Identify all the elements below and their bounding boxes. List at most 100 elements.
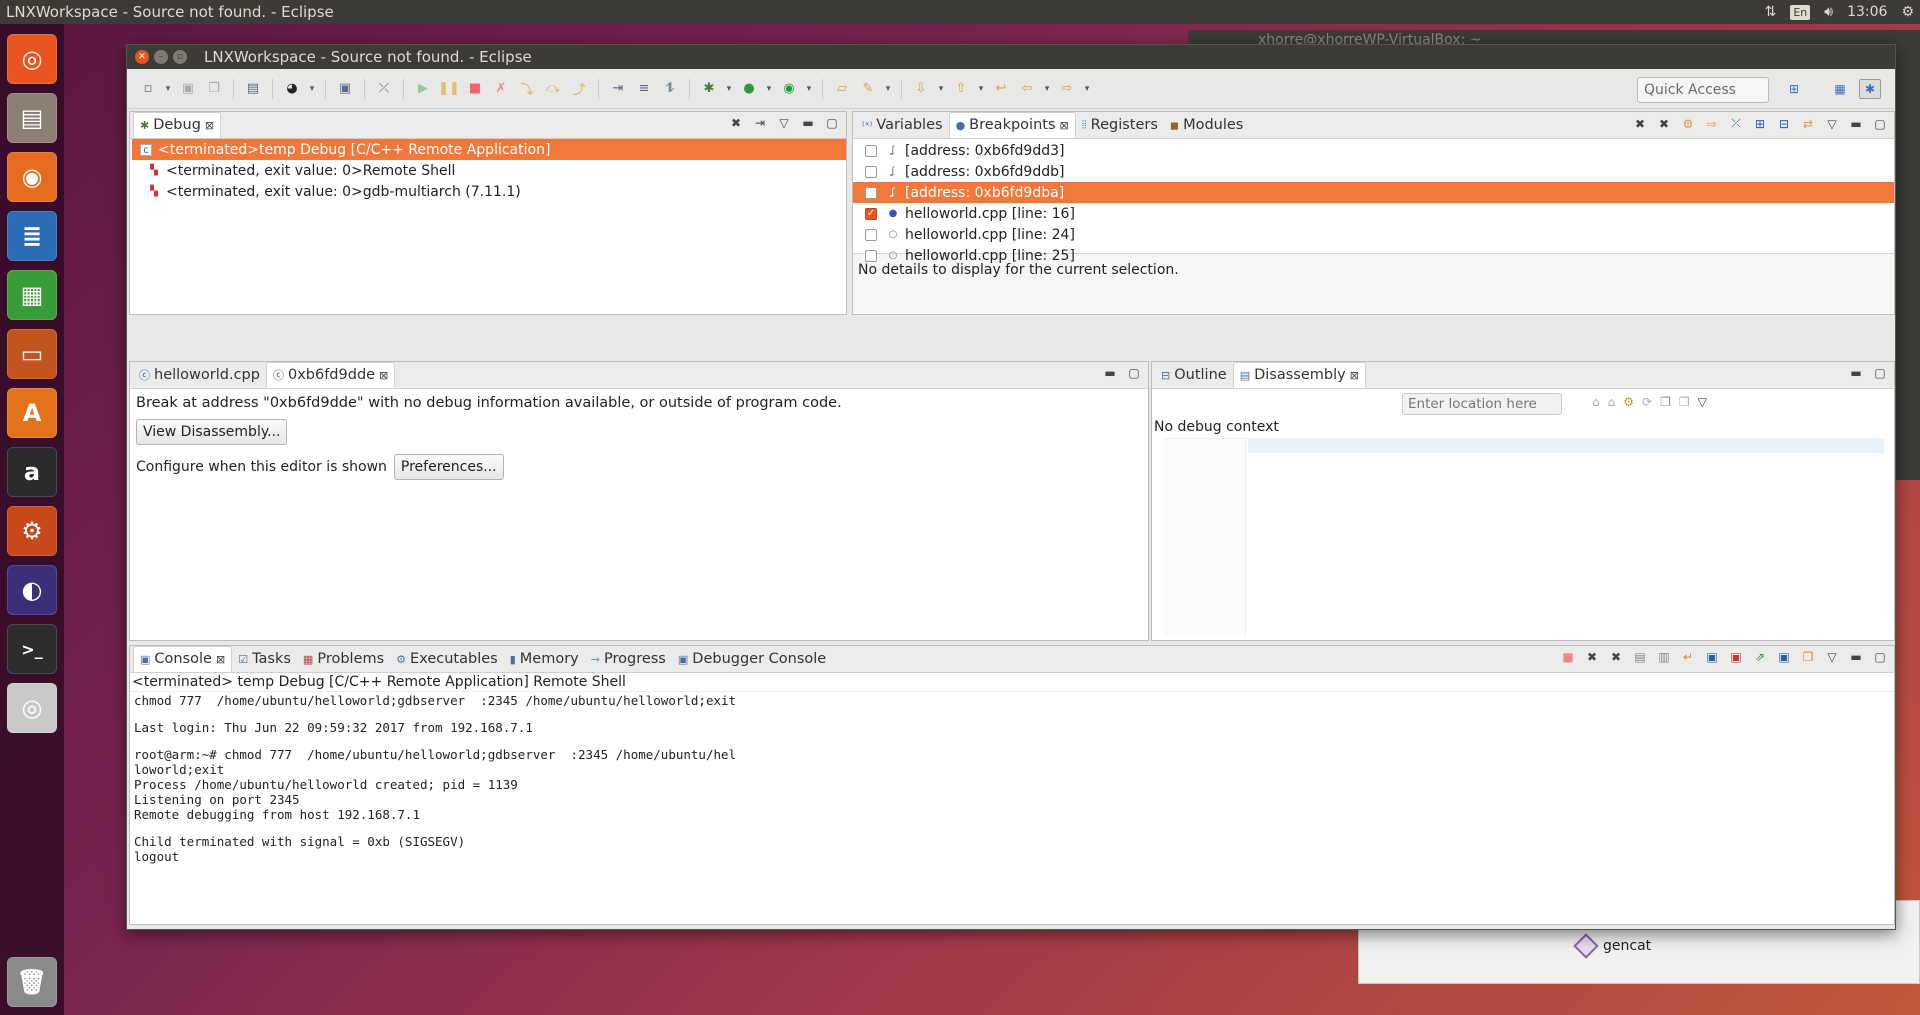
breakpoint-row[interactable]: ○ helloworld.cpp [line: 24] — [853, 224, 1894, 245]
tab-breakpoints[interactable]: ● Breakpoints ⊠ — [948, 112, 1076, 138]
eclipse-icon[interactable]: ◐ — [7, 565, 57, 615]
expand-all-icon[interactable]: ⊞ — [1752, 117, 1768, 131]
minimize-icon[interactable]: ▬ — [1848, 366, 1864, 380]
tree-item-gdb[interactable]: ▚ <terminated, exit value: 0>gdb-multiar… — [132, 181, 846, 202]
open-perspective-icon[interactable]: ⊞ — [1783, 79, 1805, 99]
remove-terminated-icon[interactable]: ✖ — [728, 116, 744, 130]
save-icon[interactable]: ▣ — [177, 78, 199, 100]
skip-all-breakpoints-icon[interactable]: ⤫ — [1728, 116, 1744, 131]
breakpoint-row[interactable]: ✓ ● helloworld.cpp [line: 16] — [853, 203, 1894, 224]
profile-icon[interactable]: ◕ — [281, 78, 303, 100]
step-into-icon[interactable]: ⤵ — [516, 78, 538, 100]
network-icon[interactable]: ⇅ — [1765, 4, 1777, 20]
suspend-icon[interactable]: ❚❚ — [438, 78, 460, 100]
display-console-icon[interactable]: ▣ — [1776, 650, 1792, 664]
close-tab-icon[interactable]: ⊠ — [1060, 119, 1069, 132]
previous-annotation-dropdown-icon[interactable]: ▾ — [976, 78, 986, 100]
eclipse-titlebar[interactable]: ✕ – ▫ LNXWorkspace - Source not found. -… — [127, 45, 1895, 69]
link-with-debug-view-icon[interactable]: ⇄ — [1800, 117, 1816, 131]
open-console-icon[interactable]: ❐ — [1660, 395, 1671, 409]
system-gear-icon[interactable]: ⚙ — [1901, 4, 1914, 20]
resume-icon[interactable]: ▶ — [412, 78, 434, 100]
settings-icon[interactable]: ⚙ — [7, 506, 57, 556]
tab-modules[interactable]: ◼ Modules — [1164, 112, 1249, 138]
trash-icon[interactable]: 🗑 — [7, 957, 57, 1007]
files-icon[interactable]: ▤ — [7, 93, 57, 143]
scroll-lock-icon[interactable]: ▥ — [1656, 650, 1672, 664]
remove-breakpoint-icon[interactable]: ✖ — [1632, 117, 1648, 131]
previous-annotation-icon[interactable]: ⇧ — [950, 78, 972, 100]
clock[interactable]: 13:06 — [1847, 4, 1887, 20]
tab-debug[interactable]: ✱ Debug ⊠ — [133, 112, 222, 138]
breakpoint-row[interactable]: ʆ [address: 0xb6fd9dd3] — [853, 140, 1894, 161]
minimize-icon[interactable]: ▬ — [1848, 650, 1864, 664]
tab-problems[interactable]: ▦ Problems — [297, 646, 390, 672]
calc-icon[interactable]: ▦ — [7, 270, 57, 320]
show-supported-breakpoints-icon[interactable]: ⚙ — [1680, 117, 1696, 131]
link-with-context-icon[interactable]: ⚙ — [1623, 395, 1634, 409]
disconnect-icon[interactable]: ✗ — [490, 78, 512, 100]
breakpoint-checkbox[interactable] — [865, 228, 877, 241]
minimize-icon[interactable]: ▬ — [1102, 366, 1118, 380]
maximize-icon[interactable]: ▢ — [1126, 366, 1142, 380]
tab-disassembly[interactable]: ▤ Disassembly ⊠ — [1232, 362, 1366, 388]
instruction-stepping-icon[interactable]: ⇥ — [607, 78, 629, 100]
preferences-button[interactable]: Preferences... — [393, 454, 504, 480]
collapse-all-icon[interactable]: ⊟ — [1776, 117, 1792, 131]
new-icon[interactable]: ▫ — [137, 78, 159, 100]
next-annotation-dropdown-icon[interactable]: ▾ — [936, 78, 946, 100]
run-icon[interactable]: ● — [738, 78, 760, 100]
show-on-error-icon[interactable]: ▣ — [1728, 650, 1744, 664]
go-to-file-icon[interactable]: ⇨ — [1704, 117, 1720, 131]
breakpoint-checkbox[interactable] — [865, 249, 877, 262]
list-item[interactable]: gencat — [1359, 931, 1919, 961]
step-filter-icon[interactable]: ⇥ — [752, 116, 768, 130]
pin-console-icon[interactable]: ⇗ — [1752, 650, 1768, 664]
home-icon[interactable]: ⌂ — [1592, 395, 1600, 409]
profile-dropdown-icon[interactable]: ▾ — [307, 78, 317, 100]
word-wrap-icon[interactable]: ↵ — [1680, 650, 1696, 664]
skip-breakpoints-icon[interactable]: ⤫ — [373, 78, 395, 100]
tab-console[interactable]: ▣ Console ⊠ — [133, 646, 233, 672]
new-dropdown-icon[interactable]: ▾ — [163, 78, 173, 100]
search-dropdown-icon[interactable]: ▾ — [883, 78, 893, 100]
view-menu-icon[interactable]: ▽ — [1824, 117, 1840, 131]
tree-item-remote-shell[interactable]: ▚ <terminated, exit value: 0>Remote Shel… — [132, 160, 846, 181]
breakpoint-row[interactable]: ʆ [address: 0xb6fd9ddb] — [853, 161, 1894, 182]
console-icon[interactable]: ▣ — [334, 78, 356, 100]
tab-variables[interactable]: ⁽ˣ⁾ Variables — [856, 112, 949, 138]
minimize-icon[interactable]: ▬ — [800, 116, 816, 130]
tab-tasks[interactable]: ☑ Tasks — [232, 646, 297, 672]
debug-dropdown-icon[interactable]: ▾ — [724, 78, 734, 100]
tab-helloworld-cpp[interactable]: ⓒ helloworld.cpp — [133, 362, 266, 388]
console-output[interactable]: chmod 777 /home/ubuntu/helloworld;gdbser… — [130, 692, 1894, 864]
home-alt-icon[interactable]: ⌂ — [1608, 395, 1616, 409]
close-tab-icon[interactable]: ⊠ — [216, 653, 225, 666]
maximize-window-button[interactable]: ▫ — [173, 50, 187, 64]
impress-icon[interactable]: ▭ — [7, 329, 57, 379]
close-tab-icon[interactable]: ⊠ — [1350, 369, 1359, 382]
breakpoint-checkbox[interactable] — [865, 186, 877, 199]
tab-progress[interactable]: ⇾ Progress — [585, 646, 672, 672]
tab-debugger-console[interactable]: ▣ Debugger Console — [672, 646, 832, 672]
ubuntu-dash-icon[interactable]: ◎ — [7, 34, 57, 84]
maximize-icon[interactable]: ▢ — [1872, 117, 1888, 131]
dvd-icon[interactable]: ◎ — [7, 683, 57, 733]
pin-icon[interactable]: ❐ — [1679, 395, 1690, 409]
software-center-icon[interactable]: A — [7, 388, 57, 438]
keyboard-language[interactable]: En — [1790, 4, 1811, 20]
amazon-icon[interactable]: a — [7, 447, 57, 497]
quick-access-input[interactable]: Quick Access — [1637, 77, 1769, 103]
build-icon[interactable]: ▤ — [242, 78, 264, 100]
back-icon[interactable]: ⇦ — [1016, 78, 1038, 100]
view-menu-icon[interactable]: ▽ — [776, 116, 792, 130]
remove-all-breakpoints-icon[interactable]: ✖ — [1656, 117, 1672, 131]
last-edit-icon[interactable]: ↩ — [990, 78, 1012, 100]
view-menu-icon[interactable]: ▽ — [1698, 395, 1707, 409]
tree-item-launch[interactable]: c <terminated>temp Debug [C/C++ Remote A… — [132, 139, 846, 160]
drop-to-frame-icon[interactable]: ⥮ — [659, 78, 681, 100]
terminate-icon[interactable]: ■ — [1560, 650, 1576, 664]
minimize-icon[interactable]: ▬ — [1848, 117, 1864, 131]
search-icon[interactable]: ✎ — [857, 78, 879, 100]
tab-outline[interactable]: ⊟ Outline — [1155, 362, 1233, 388]
